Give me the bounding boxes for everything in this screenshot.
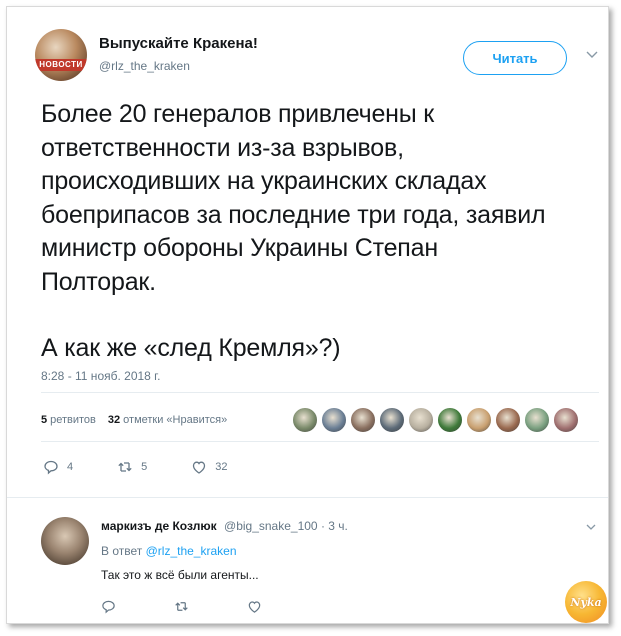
follow-button[interactable]: Читать [463, 41, 567, 75]
chevron-down-icon[interactable] [585, 521, 597, 533]
liker-avatar[interactable] [321, 407, 347, 433]
retweet-count: 5 [141, 461, 148, 473]
reply-author-handle[interactable]: @big_snake_100 [224, 519, 318, 533]
reply-actions [101, 599, 262, 614]
reply-icon[interactable] [101, 599, 116, 614]
reply-header: маркизъ де Козлюк @big_snake_100 · 3 ч. [101, 519, 348, 533]
reply-author-avatar[interactable] [41, 517, 89, 565]
liker-avatars [292, 407, 579, 433]
divider [41, 441, 599, 442]
liker-avatar[interactable] [466, 407, 492, 433]
liker-avatar[interactable] [437, 407, 463, 433]
retweet-icon [118, 462, 132, 472]
reply-to-line: В ответ @rlz_the_kraken [101, 544, 237, 558]
avatar-badge: НОВОСТИ [35, 59, 87, 71]
like-count: 32 [215, 461, 228, 473]
reply-icon [44, 460, 58, 475]
retweets-stat[interactable]: 5 ретвитов [41, 414, 96, 426]
divider [41, 392, 599, 393]
reply-to-handle-link[interactable]: @rlz_the_kraken [146, 544, 237, 558]
liker-avatar[interactable] [292, 407, 318, 433]
liker-avatar[interactable] [408, 407, 434, 433]
tweet-card: НОВОСТИ Выпускайте Кракена! @rlz_the_kra… [6, 6, 609, 624]
chevron-down-icon[interactable] [585, 47, 599, 61]
reply-text: Так это ж всё были агенты... [101, 568, 259, 582]
divider [7, 497, 608, 498]
tweet-paragraph: Более 20 генералов привлечены к ответств… [41, 100, 546, 296]
engagement-stats: 5 ретвитов 32 отметки «Нравится» [41, 414, 227, 426]
reply-time[interactable]: · 3 ч. [321, 519, 348, 533]
likes-stat[interactable]: 32 отметки «Нравится» [108, 414, 227, 426]
liker-avatar[interactable] [524, 407, 550, 433]
retweet-icon[interactable] [174, 599, 189, 614]
tweet-paragraph: А как же «след Кремля»?) [41, 334, 341, 362]
reply-to-prefix: В ответ [101, 544, 143, 558]
retweet-button[interactable]: 5 [117, 459, 147, 475]
liker-avatar[interactable] [350, 407, 376, 433]
author-avatar[interactable]: НОВОСТИ [35, 29, 87, 81]
tweet-timestamp[interactable]: 8:28 - 11 нояб. 2018 г. [41, 369, 160, 383]
liker-avatar[interactable] [553, 407, 579, 433]
tweet-text: Более 20 генералов привлечены к ответств… [41, 98, 611, 366]
watermark-logo: Nyka [565, 581, 607, 623]
like-button[interactable]: 32 [191, 459, 228, 475]
reply-count: 4 [67, 461, 74, 473]
liker-avatar[interactable] [495, 407, 521, 433]
reply-author-name[interactable]: маркизъ де Козлюк [101, 519, 217, 533]
author-handle[interactable]: @rlz_the_kraken [99, 59, 190, 73]
heart-icon [193, 461, 206, 474]
heart-icon[interactable] [247, 599, 262, 614]
tweet-actions: 4 5 32 [43, 459, 272, 475]
liker-avatar[interactable] [379, 407, 405, 433]
author-display-name[interactable]: Выпускайте Кракена! [99, 35, 258, 52]
reply-button[interactable]: 4 [43, 459, 73, 475]
